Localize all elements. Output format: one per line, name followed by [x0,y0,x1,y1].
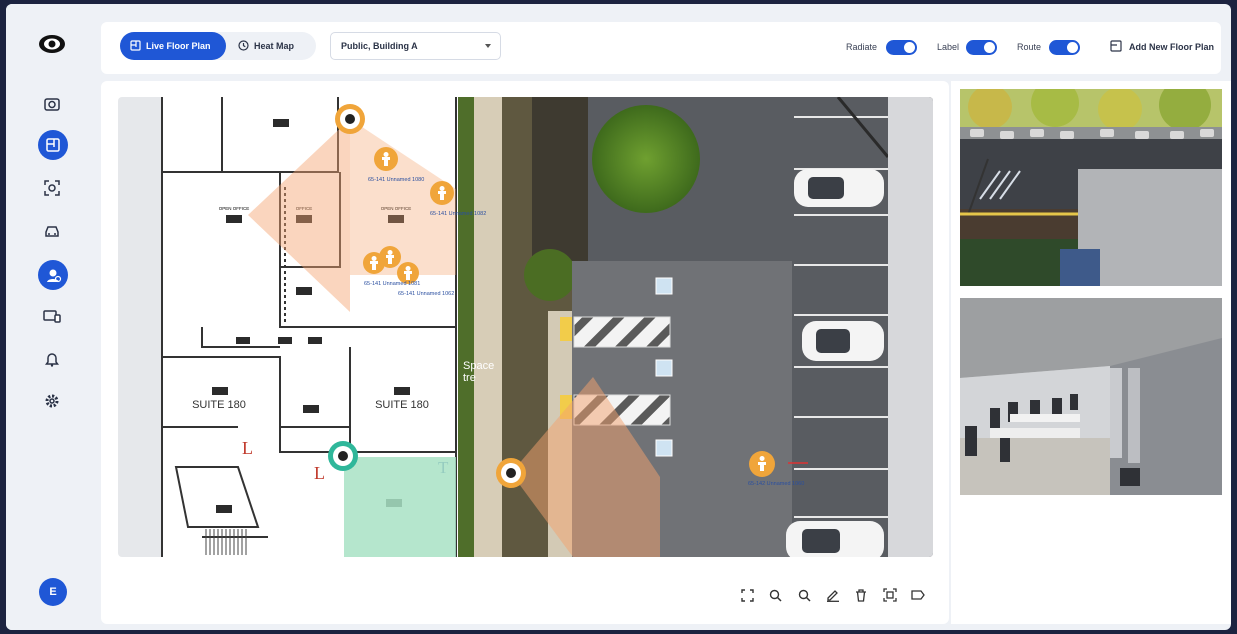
person-label-3: 65-141 Unnamed 1081 [364,281,420,287]
floor-plan-panel: OPEN OFFICE OPEN OFFICE OFFICE SUITE 180… [101,81,949,624]
face-scan-icon[interactable] [40,176,64,200]
tab-heat-map[interactable]: Heat Map [228,32,316,60]
person-label-1: 65-141 Unnamed 1080 [368,177,424,183]
toggle-route-label: Route [1017,42,1042,52]
car-icon[interactable] [40,219,64,243]
person-marker-4[interactable] [379,246,401,268]
floor-plan-map[interactable]: OPEN OFFICE OPEN OFFICE OFFICE SUITE 180… [118,97,933,557]
top-toolbar: Live Floor Plan Heat Map Public, Buildin… [101,22,1221,74]
devices-icon[interactable] [40,304,64,328]
toggle-radiate[interactable] [886,40,917,55]
floor-plan-icon [130,39,141,53]
car-3 [786,521,884,557]
eye-logo-icon[interactable] [38,32,66,56]
view-tabs: Live Floor Plan Heat Map [120,32,316,60]
room-label-open-office-1: OPEN OFFICE [219,206,250,211]
fit-screen-icon[interactable] [733,584,762,606]
pencil-icon[interactable] [819,584,848,606]
room-letter-l2: L [314,463,325,483]
person-marker-2[interactable] [430,181,454,205]
camera-marker-1[interactable] [335,104,365,134]
clock-icon [238,39,249,53]
app-frame: E Live Floor Plan Heat Map Public, Build… [6,4,1231,630]
camera-feeds-panel [951,81,1231,624]
camera-marker-3[interactable] [328,441,358,471]
toggle-radiate-label: Radiate [846,42,878,52]
person-label-2: 65-141 Unnamed 1082 [430,211,486,217]
toggle-label-label: Label [937,42,960,52]
sidebar: E [6,4,94,630]
camera-icon[interactable] [40,92,64,116]
tab-label: Live Floor Plan [146,41,211,51]
trash-icon[interactable] [847,584,876,606]
location-select-value: Public, Building A [341,41,418,51]
person-label-4: 65-141 Unnamed 1062 [398,291,454,297]
location-select[interactable]: Public, Building A [330,32,501,60]
parking-lot-feed[interactable] [960,89,1222,286]
toggle-route[interactable] [1049,40,1080,55]
office-interior-feed[interactable] [960,298,1222,495]
car-2 [802,321,884,361]
add-floor-plan-label: Add New Floor Plan [1129,42,1215,52]
person-marker-1[interactable] [374,147,398,171]
zoom-out-icon[interactable] [790,584,819,606]
room-letter-l1: L [242,438,253,458]
tab-live-floor-plan[interactable]: Live Floor Plan [120,32,226,60]
car-1 [794,169,884,207]
person-search-icon[interactable] [38,260,68,290]
tab-label: Heat Map [254,41,295,51]
map-space-label: Space [463,360,494,372]
add-floor-plan-button[interactable]: Add New Floor Plan [1102,32,1218,62]
zoom-in-icon[interactable] [762,584,791,606]
tag-icon[interactable] [904,584,933,606]
map-space-label-2: tre [463,372,476,384]
room-label-suite-2: SUITE 180 [375,399,429,411]
avatar[interactable]: E [39,578,67,606]
camera-frame-icon[interactable] [876,584,905,606]
floor-plan-add-icon [1110,40,1122,54]
person-label-5: 65-142 Unnamed 1060 [748,481,804,487]
camera-marker-2[interactable] [496,458,526,488]
gear-icon[interactable] [40,389,64,413]
floor-plan-icon[interactable] [38,130,68,160]
room-label-suite-1: SUITE 180 [192,399,246,411]
highlight-zone [344,457,456,557]
person-marker-6[interactable] [749,451,775,477]
map-toolbar [733,584,933,606]
chevron-down-icon [485,44,491,48]
toggle-label[interactable] [966,40,997,55]
bell-icon[interactable] [40,347,64,371]
